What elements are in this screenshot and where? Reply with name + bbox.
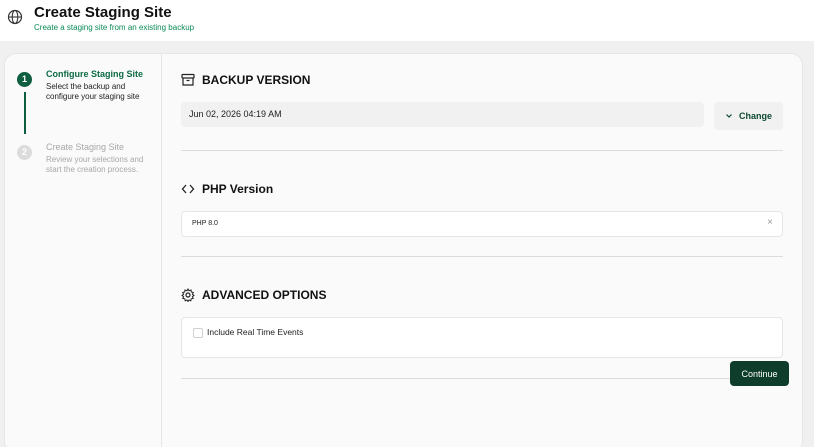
main-panel: 1 Configure Staging Site Select the back… <box>4 53 803 447</box>
page-title: Create Staging Site <box>34 4 172 21</box>
section-divider <box>181 150 783 151</box>
advanced-section-header: ADVANCED OPTIONS <box>181 288 326 302</box>
php-version-value: PHP 8.0 <box>192 220 218 227</box>
backup-section-title: BACKUP VERSION <box>202 73 311 87</box>
step-number: 2 <box>17 145 32 160</box>
steps-sidebar: 1 Configure Staging Site Select the back… <box>5 54 162 447</box>
page-subtitle: Create a staging site from an existing b… <box>34 23 195 32</box>
step-label: Configure Staging Site <box>46 69 144 79</box>
php-version-select[interactable]: PHP 8.0 × <box>181 211 783 237</box>
step-number: 1 <box>17 72 32 87</box>
real-time-events-checkbox[interactable] <box>193 328 203 338</box>
continue-button[interactable]: Continue <box>730 361 789 386</box>
backup-section-header: BACKUP VERSION <box>181 73 310 87</box>
chevron-down-icon <box>726 114 732 118</box>
advanced-options-box: Include Real Time Events <box>181 317 783 358</box>
step-label: Create Staging Site <box>46 142 125 152</box>
step-description: Select the backup and configure your sta… <box>46 82 140 101</box>
backup-version-field: Jun 02, 2026 04:19 AM <box>181 102 704 127</box>
section-divider <box>181 256 783 257</box>
advanced-section-title: ADVANCED OPTIONS <box>202 288 327 302</box>
step-progress-line <box>24 92 26 134</box>
globe-icon <box>7 9 23 25</box>
step-description: Review your selections and start the cre… <box>46 155 144 174</box>
page-header: Create Staging Site Create a staging sit… <box>0 0 814 41</box>
php-section-title: PHP Version <box>202 182 274 196</box>
gear-icon <box>181 288 195 302</box>
real-time-events-label[interactable]: Include Real Time Events <box>207 327 303 337</box>
change-button-label: Change <box>738 111 772 121</box>
php-section-header: PHP Version <box>181 182 273 196</box>
change-backup-button[interactable]: Change <box>714 102 783 130</box>
clear-icon[interactable]: × <box>767 217 773 228</box>
section-divider <box>181 378 783 379</box>
archive-icon <box>181 73 195 86</box>
code-icon <box>181 184 195 194</box>
